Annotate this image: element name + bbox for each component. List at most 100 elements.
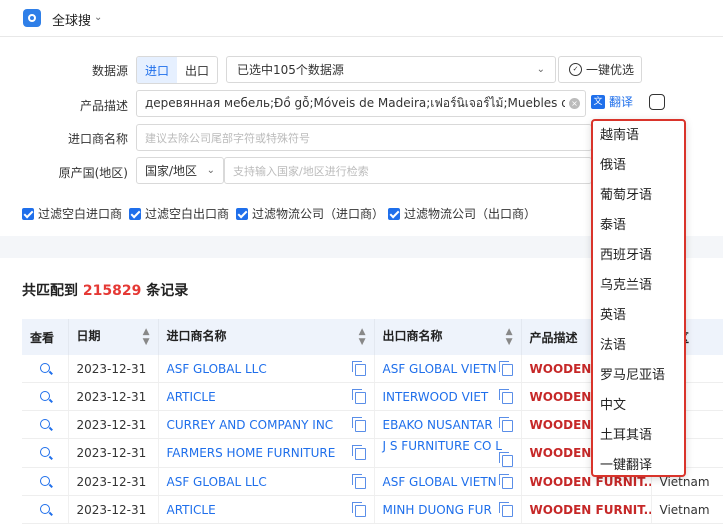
filter-label: 过滤空白进口商 (38, 207, 123, 221)
datasource-select[interactable]: 已选中105个数据源 ⌄ (226, 56, 556, 83)
col-date[interactable]: 日期 ▲ ▼ (68, 319, 159, 355)
product-input[interactable]: деревянная мебель;Đồ gỗ;Móveis de Madeir… (136, 90, 586, 117)
cell-exporter[interactable]: INTERWOOD VIET (383, 390, 489, 404)
cell-importer[interactable]: ASF GLOBAL LLC (167, 362, 267, 376)
translate-all[interactable]: 一键翻译 (593, 451, 684, 481)
checkbox-checked-icon (129, 207, 141, 220)
lang-french[interactable]: 法语 (593, 331, 684, 361)
cell-exporter[interactable]: J S FURNITURE CO L (383, 439, 503, 453)
col-view: 查看 (22, 319, 69, 355)
sort-icon[interactable]: ▲ ▼ (143, 327, 150, 347)
cell-exporter[interactable]: MINH DUONG FUR (383, 503, 492, 517)
origin-type-select[interactable]: 国家/地区 ⌄ (136, 157, 224, 184)
lang-russian[interactable]: 俄语 (593, 151, 684, 181)
chevron-down-icon: ⌄ (206, 165, 215, 176)
lang-english[interactable]: 英语 (593, 301, 684, 331)
cell-date: 2023-12-31 (68, 410, 159, 439)
cell-date: 2023-12-31 (68, 467, 159, 496)
filter-label: 过滤空白出口商 (145, 207, 230, 221)
filter-logistics-exporter[interactable]: 过滤物流公司（出口商） (388, 205, 536, 222)
lang-spanish[interactable]: 西班牙语 (593, 241, 684, 271)
filter-blank-importer[interactable]: 过滤空白进口商 (22, 205, 122, 222)
import-export-toggle[interactable]: 进口 出口 (136, 56, 218, 84)
col-importer-label: 进口商名称 (166, 329, 227, 343)
origin-select-value: 国家/地区 (145, 164, 198, 178)
datasource-value: 已选中105个数据源 (237, 63, 344, 77)
copy-icon[interactable] (351, 360, 366, 376)
app-logo-icon (23, 9, 41, 27)
search-icon[interactable] (40, 390, 50, 401)
app-title[interactable]: 全球搜 (52, 10, 91, 29)
cell-product: WOODEN FURNIT... (521, 495, 652, 524)
cell-importer[interactable]: ARTICLE (167, 503, 216, 517)
filter-blank-exporter[interactable]: 过滤空白出口商 (129, 205, 229, 222)
col-importer[interactable]: 进口商名称 ▲ ▼ (158, 319, 375, 355)
checkbox-checked-icon (22, 207, 34, 220)
lang-portuguese[interactable]: 葡萄牙语 (593, 181, 684, 211)
lang-vietnamese[interactable]: 越南语 (593, 121, 684, 151)
import-toggle[interactable]: 进口 (137, 57, 177, 83)
cell-importer[interactable]: ARTICLE (167, 390, 216, 404)
translate-button[interactable]: 文 翻译 (591, 93, 633, 110)
checkbox-checked-icon (388, 207, 400, 220)
cell-date: 2023-12-31 (68, 438, 159, 468)
copy-icon[interactable] (498, 501, 513, 517)
translate-label: 翻译 (609, 95, 634, 109)
copy-icon[interactable] (351, 501, 366, 517)
col-exporter-label: 出口商名称 (382, 329, 443, 343)
copy-icon[interactable] (351, 445, 366, 460)
filter-logistics-importer[interactable]: 过滤物流公司（进口商） (236, 205, 384, 222)
cell-exporter[interactable]: ASF GLOBAL VIETN (383, 475, 497, 489)
advanced-search-icon[interactable] (649, 94, 665, 110)
summary-count: 215829 (82, 283, 142, 299)
search-icon[interactable] (40, 418, 50, 429)
table-row: 2023-12-31 ARTICLE MINH DUONG FUR WOODEN… (22, 495, 723, 524)
sort-icon[interactable]: ▲ ▼ (506, 327, 513, 347)
chevron-down-icon[interactable]: ⌄ (94, 12, 102, 23)
copy-icon[interactable] (351, 473, 366, 489)
filter-label: 过滤物流公司（进口商） (252, 207, 385, 221)
cell-date: 2023-12-31 (68, 382, 159, 411)
cell-country: Vietnam (651, 495, 723, 524)
copy-icon[interactable] (498, 473, 513, 489)
chevron-down-icon: ⌄ (536, 64, 545, 75)
search-icon[interactable] (40, 475, 50, 486)
search-icon[interactable] (40, 447, 50, 457)
product-value: деревянная мебель;Đồ gỗ;Móveis de Madeir… (145, 96, 565, 110)
lang-thai[interactable]: 泰语 (593, 211, 684, 241)
cell-importer[interactable]: FARMERS HOME FURNITURE (167, 446, 336, 460)
lang-ukrainian[interactable]: 乌克兰语 (593, 271, 684, 301)
lang-turkish[interactable]: 土耳其语 (593, 421, 684, 451)
copy-icon[interactable] (498, 360, 513, 376)
origin-input[interactable]: 支持输入国家/地区进行检索 (224, 157, 592, 184)
checkbox-checked-icon (236, 207, 248, 220)
cell-exporter[interactable]: EBAKO NUSANTAR (383, 418, 493, 432)
cell-date: 2023-12-31 (68, 355, 159, 383)
search-icon[interactable] (40, 362, 50, 373)
optimize-button[interactable]: ✓ 一键优选 (558, 56, 642, 83)
lang-romanian[interactable]: 罗马尼亚语 (593, 361, 684, 391)
copy-icon[interactable] (351, 388, 366, 404)
copy-icon[interactable] (498, 416, 513, 432)
importer-placeholder: 建议去除公司尾部字符或特殊符号 (145, 131, 310, 145)
col-exporter[interactable]: 出口商名称 ▲ ▼ (374, 319, 522, 355)
cell-importer[interactable]: ASF GLOBAL LLC (167, 475, 267, 489)
importer-label: 进口商名称 (67, 132, 128, 146)
check-circle-icon: ✓ (569, 63, 582, 76)
cell-exporter[interactable]: ASF GLOBAL VIETN (383, 362, 497, 376)
copy-icon[interactable] (498, 388, 513, 404)
product-label: 产品描述 (79, 99, 128, 113)
clear-icon[interactable]: × (569, 98, 580, 109)
cell-importer[interactable]: CURREY AND COMPANY INC (167, 418, 334, 432)
export-toggle[interactable]: 出口 (177, 57, 217, 83)
sort-icon[interactable]: ▲ ▼ (359, 327, 366, 347)
results-summary: 共匹配到 215829 条记录 (22, 280, 188, 300)
summary-suffix: 条记录 (146, 283, 189, 299)
search-icon[interactable] (40, 503, 50, 514)
top-bar (0, 0, 723, 37)
copy-icon[interactable] (498, 452, 513, 467)
importer-input[interactable]: 建议去除公司尾部字符或特殊符号 (136, 124, 592, 151)
copy-icon[interactable] (351, 416, 366, 432)
summary-prefix: 共匹配到 (22, 283, 78, 299)
lang-chinese[interactable]: 中文 (593, 391, 684, 421)
